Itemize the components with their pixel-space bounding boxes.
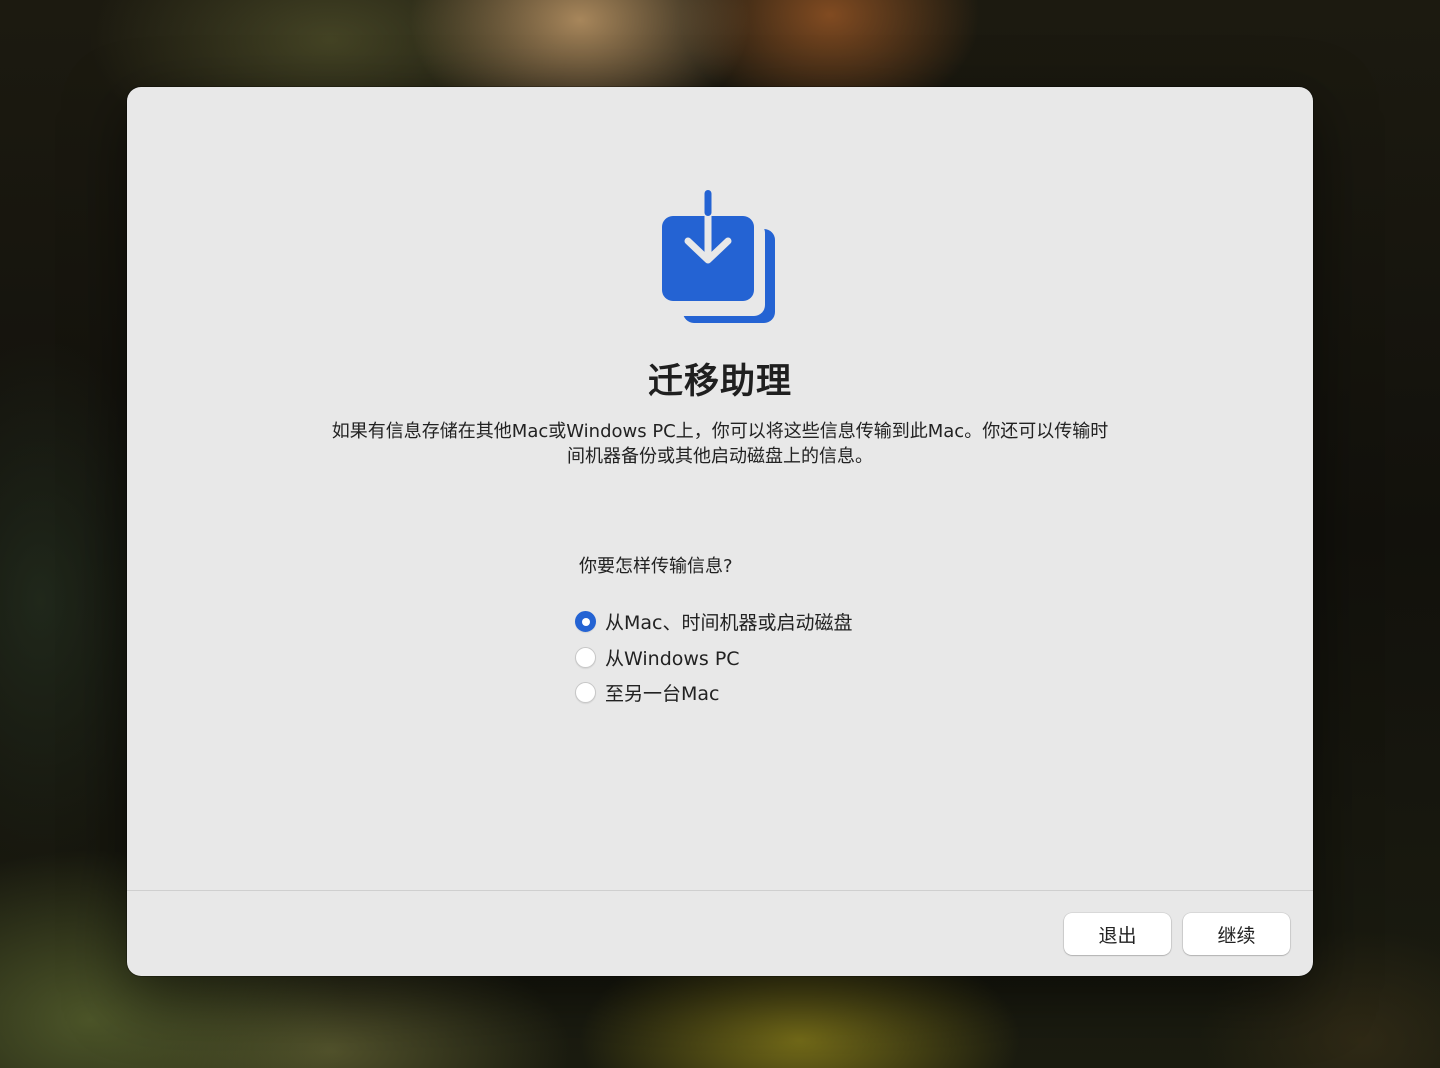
migration-assistant-window: 迁移助理 如果有信息存储在其他Mac或Windows PC上，你可以将这些信息传… xyxy=(127,87,1313,976)
option-to-another-mac[interactable]: 至另一台Mac xyxy=(575,675,852,711)
radio-button[interactable] xyxy=(575,682,596,704)
quit-button[interactable]: 退出 xyxy=(1064,913,1171,955)
description-line-1: 如果有信息存储在其他Mac或Windows PC上，你可以将这些信息传输到此Ma… xyxy=(331,421,1109,442)
radio-button[interactable] xyxy=(575,646,596,668)
description-line-2: 间机器备份或其他启动磁盘上的信息。 xyxy=(567,446,873,467)
option-label: 至另一台Mac xyxy=(605,683,720,706)
page-title: 迁移助理 xyxy=(647,362,792,402)
option-label: 从Mac、时间机器或启动磁盘 xyxy=(605,612,853,635)
transfer-question: 你要怎样传输信息? xyxy=(579,556,733,577)
footer-divider xyxy=(127,890,1313,891)
migration-assistant-icon xyxy=(662,190,775,323)
option-label: 从Windows PC xyxy=(605,647,740,670)
description-text: 如果有信息存储在其他Mac或Windows PC上，你可以将这些信息传输到此Ma… xyxy=(290,419,1150,469)
option-from-windows-pc[interactable]: 从Windows PC xyxy=(575,640,852,676)
option-from-mac[interactable]: 从Mac、时间机器或启动磁盘 xyxy=(575,604,852,640)
radio-button[interactable] xyxy=(575,611,596,633)
continue-button[interactable]: 继续 xyxy=(1183,913,1290,955)
transfer-options: 从Mac、时间机器或启动磁盘 从Windows PC 至另一台Mac xyxy=(575,604,852,711)
